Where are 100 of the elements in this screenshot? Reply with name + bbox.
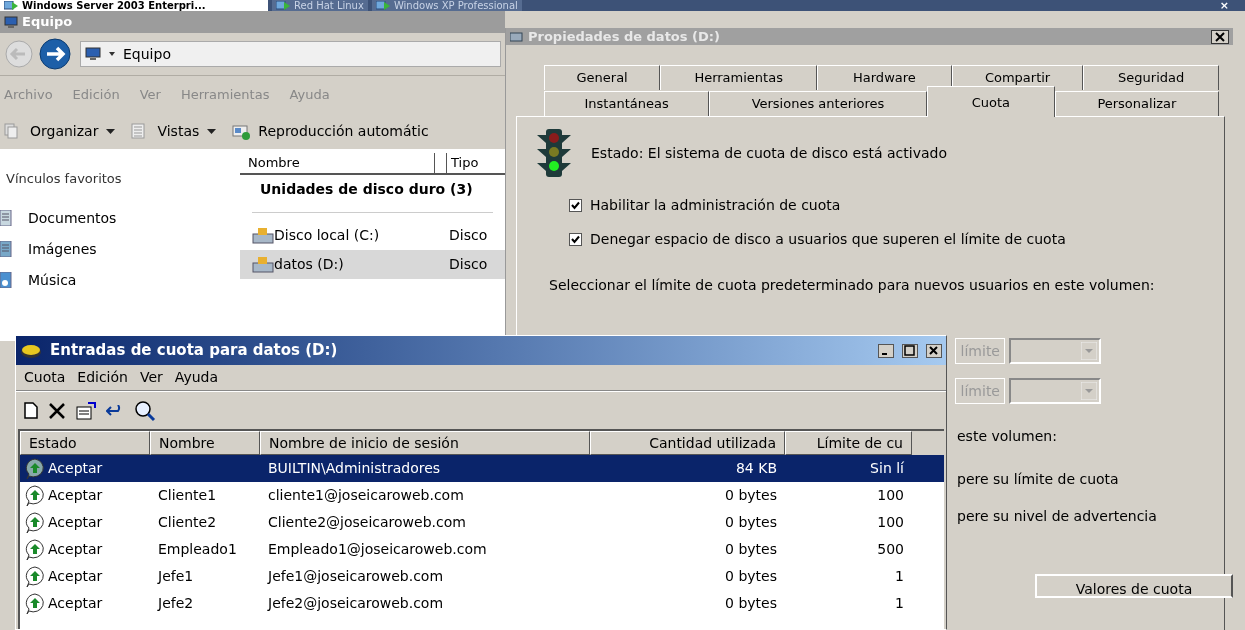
table-row[interactable]: Aceptar BUILTIN\Administradores 84 KB Sin lí xyxy=(20,455,944,482)
document-icon xyxy=(0,210,12,226)
option-text: pere su nivel de advertencia xyxy=(957,507,1158,526)
ok-status-icon xyxy=(24,511,46,534)
autoplay-icon xyxy=(232,122,251,140)
maximize-icon xyxy=(902,343,918,358)
column-header[interactable]: Tipo xyxy=(447,153,505,173)
table-cell-text: 500 xyxy=(876,540,905,559)
drive-icon xyxy=(252,227,274,244)
column-header[interactable]: Nombre xyxy=(240,153,435,173)
table-cell-text: 0 bytes xyxy=(724,594,778,613)
drive-type: Disco xyxy=(449,255,489,274)
table-row[interactable]: Aceptar Cliente2 Cliente2@joseicaroweb.com 0 bytes 100 xyxy=(20,509,944,536)
dropdown[interactable] xyxy=(1009,338,1101,364)
table-cell-text: 0 bytes xyxy=(724,567,778,586)
window-title: Equipo xyxy=(22,13,73,32)
address-text: Equipo xyxy=(123,44,171,64)
tab[interactable]: Seguridad xyxy=(1083,65,1219,90)
computer-icon xyxy=(4,15,18,29)
status-text: Estado: El sistema de cuota de disco está activado xyxy=(591,143,947,163)
minimize-icon xyxy=(878,343,894,358)
checkbox[interactable]: Denegar espacio de disco a usuarios que superen el límite de cuota xyxy=(569,229,1224,250)
vm-tab[interactable]: Red Hat Linux xyxy=(272,0,368,11)
table-row[interactable]: Aceptar Jefe2 Jefe2@joseicaroweb.com 0 bytes 1 xyxy=(20,590,944,617)
drive-name: Disco local (C:) xyxy=(274,226,381,245)
table-cell-text: Aceptar xyxy=(48,594,103,613)
drive-row[interactable]: Disco local (C:) Disco xyxy=(240,221,505,250)
table-cell-text: 84 KB xyxy=(734,459,778,478)
document-icon xyxy=(0,241,12,257)
dropdown[interactable] xyxy=(1009,378,1101,404)
delete-icon xyxy=(48,401,66,420)
monitor-play-icon xyxy=(375,0,390,11)
table-cell-text: Aceptar xyxy=(48,513,103,532)
group-heading: Unidades de disco duro (3) xyxy=(259,180,474,199)
toolbar-button[interactable]: Organizar xyxy=(4,120,116,142)
ok-status-icon xyxy=(24,538,46,561)
toolbar-button[interactable]: Vistas xyxy=(131,120,217,142)
tab[interactable]: Cuota xyxy=(926,86,1055,117)
column-header[interactable]: Estado xyxy=(20,431,150,455)
address-field[interactable]: Equipo xyxy=(80,41,501,67)
table-row[interactable]: Aceptar Jefe1 Jefe1@joseicaroweb.com 0 bytes 1 xyxy=(20,563,944,590)
caret-icon xyxy=(1081,342,1097,360)
column-header[interactable]: Nombre de inicio de sesión xyxy=(260,431,590,455)
search-icon xyxy=(134,399,156,422)
table-cell-text: Cliente1 xyxy=(157,486,218,505)
column-header[interactable]: Cantidad utilizada xyxy=(590,431,785,455)
table-cell-text: Aceptar xyxy=(48,567,103,586)
tab[interactable]: Hardware xyxy=(817,65,952,90)
column-header[interactable]: Nombre xyxy=(150,431,260,455)
drive-name: datos (D:) xyxy=(274,255,345,274)
tab[interactable]: General xyxy=(544,65,661,90)
monitor-play-icon xyxy=(4,0,18,11)
close-button[interactable]: × xyxy=(1219,0,1245,11)
tab[interactable]: Versiones anteriores xyxy=(709,91,927,116)
table-cell-text: Empleado1@joseicaroweb.com xyxy=(267,540,488,559)
drive-icon xyxy=(252,256,274,273)
new-document-icon xyxy=(24,402,38,419)
table-cell-text: Jefe1 xyxy=(156,567,195,586)
column-header[interactable]: Límite de cu xyxy=(785,431,912,455)
table-cell-text: 0 bytes xyxy=(724,486,778,505)
forward-button-icon xyxy=(38,37,72,71)
table-row[interactable]: Aceptar Cliente1 cliente1@joseicaroweb.com 0 bytes 100 xyxy=(20,482,944,509)
favorite-link[interactable]: Imágenes xyxy=(0,233,240,265)
table-cell-text: Jefe2 xyxy=(156,594,195,613)
vm-tab[interactable]: Windows Server 2003 Enterpri... xyxy=(0,0,268,11)
tab[interactable]: Herramientas xyxy=(660,65,818,90)
window-title: Entradas de cuota para datos (D:) xyxy=(50,340,339,362)
tab[interactable]: Personalizar xyxy=(1054,91,1219,116)
table-cell-text: BUILTIN\Administradores xyxy=(267,459,442,478)
table-cell-text: Jefe1@joseicaroweb.com xyxy=(266,567,445,586)
disk-icon xyxy=(20,342,42,359)
favorite-link[interactable]: Documentos xyxy=(0,202,240,234)
table-cell-text: Sin lí xyxy=(869,459,905,478)
menu-item[interactable]: Edición xyxy=(77,367,128,388)
vm-tab[interactable]: Windows XP Professional xyxy=(371,0,522,11)
caret-icon xyxy=(207,128,217,134)
drive-row[interactable]: datos (D:) Disco xyxy=(240,250,505,279)
menu-item[interactable]: Cuota xyxy=(24,367,66,388)
table-cell-text: Aceptar xyxy=(48,459,103,478)
close-icon xyxy=(926,343,942,358)
window-title: Propiedades de datos (D:) xyxy=(528,27,721,46)
table-cell-text: 1 xyxy=(894,594,905,613)
table-cell-text: Aceptar xyxy=(48,540,103,559)
tab[interactable]: Instantáneas xyxy=(544,91,710,116)
values-button[interactable]: Valores de cuota xyxy=(1035,574,1233,598)
menu-item[interactable]: Ver xyxy=(139,367,163,388)
computer-icon xyxy=(85,47,101,61)
checkbox[interactable]: Habilitar la administración de cuota xyxy=(569,195,1224,216)
table-cell-text: Aceptar xyxy=(48,486,103,505)
drive-icon xyxy=(510,31,524,42)
menu-item[interactable]: Ayuda xyxy=(174,367,219,388)
toolbar-button[interactable]: Reproducción automátic xyxy=(232,120,429,142)
table-cell-text: Cliente2 xyxy=(157,513,218,532)
table-row[interactable]: Aceptar Empleado1 Empleado1@joseicaroweb.com 0 bytes 500 xyxy=(20,536,944,563)
option-text: pere su límite de cuota xyxy=(957,470,1120,489)
limit-label: límite xyxy=(955,378,1005,404)
favorite-link[interactable]: Música xyxy=(0,264,240,296)
table-cell-text: Cliente2@joseicaroweb.com xyxy=(267,513,467,532)
table-cell-text: Jefe2@joseicaroweb.com xyxy=(266,594,445,613)
table-cell-text: 1 xyxy=(894,567,905,586)
